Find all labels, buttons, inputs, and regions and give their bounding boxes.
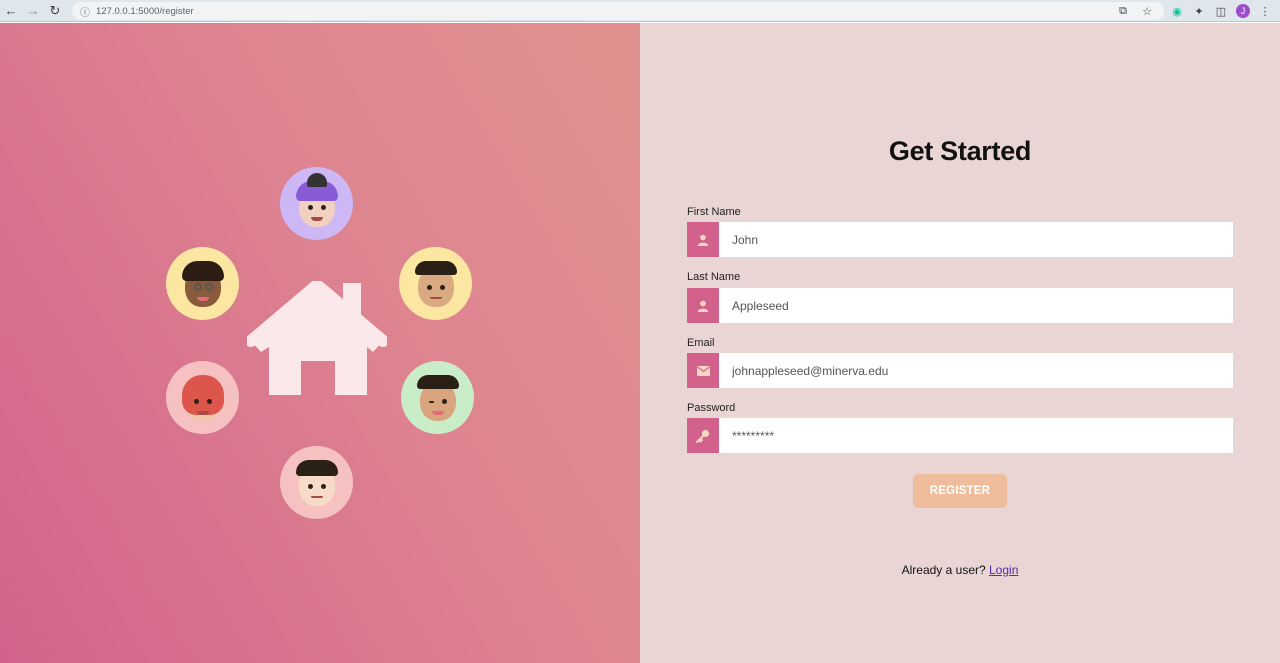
last-name-input[interactable] <box>719 288 1233 323</box>
login-prompt: Already a user? Login <box>640 563 1280 577</box>
page-title: Get Started <box>888 136 1032 166</box>
first-name-label: First Name <box>687 206 741 218</box>
address-bar[interactable]: ⓘ 127.0.0.1:5000/register ⧉ ☆ <box>72 2 1164 20</box>
user-icon <box>687 288 719 323</box>
reload-icon[interactable]: ↻ <box>44 0 66 22</box>
purple-hair-memoji <box>280 167 353 240</box>
extensions-puzzle-icon[interactable]: ✦ <box>1192 4 1206 18</box>
back-icon[interactable]: ← <box>0 0 22 22</box>
email-label: Email <box>687 337 715 349</box>
side-panel-icon[interactable]: ◫ <box>1214 4 1228 18</box>
hero-panel <box>0 23 640 663</box>
winking-memoji <box>401 361 474 434</box>
first-name-field-group <box>687 222 1233 257</box>
password-input[interactable] <box>719 418 1233 453</box>
man-memoji <box>399 247 472 320</box>
boy-memoji <box>280 446 353 519</box>
login-link[interactable]: Login <box>989 563 1018 577</box>
braids-memoji <box>166 247 239 320</box>
register-form-panel: Get Started First Name Last Name Email P… <box>640 23 1280 663</box>
email-field-group <box>687 353 1233 388</box>
url-text: 127.0.0.1:5000/register <box>96 5 194 17</box>
email-input[interactable] <box>719 353 1233 388</box>
last-name-label: Last Name <box>687 271 741 283</box>
info-icon[interactable]: ⓘ <box>80 4 90 19</box>
user-icon <box>687 222 719 257</box>
register-button[interactable]: REGISTER <box>913 474 1007 508</box>
password-field-group <box>687 418 1233 453</box>
profile-avatar[interactable]: J <box>1236 4 1250 18</box>
browser-toolbar: ← → ↻ ⓘ 127.0.0.1:5000/register ⧉ ☆ ◉ ✦ … <box>0 0 1280 22</box>
redhead-memoji <box>166 361 239 434</box>
envelope-icon <box>687 353 719 388</box>
last-name-field-group <box>687 288 1233 323</box>
password-label: Password <box>687 402 736 414</box>
grammarly-extension-icon[interactable]: ◉ <box>1170 4 1184 18</box>
key-icon <box>687 418 719 453</box>
forward-icon[interactable]: → <box>22 0 44 22</box>
house-icon <box>247 281 387 395</box>
already-user-text: Already a user? <box>901 563 986 577</box>
bookmark-star-icon[interactable]: ☆ <box>1140 4 1154 18</box>
share-icon[interactable]: ⧉ <box>1116 4 1130 18</box>
first-name-input[interactable] <box>719 222 1233 257</box>
menu-kebab-icon[interactable]: ⋮ <box>1258 4 1272 18</box>
